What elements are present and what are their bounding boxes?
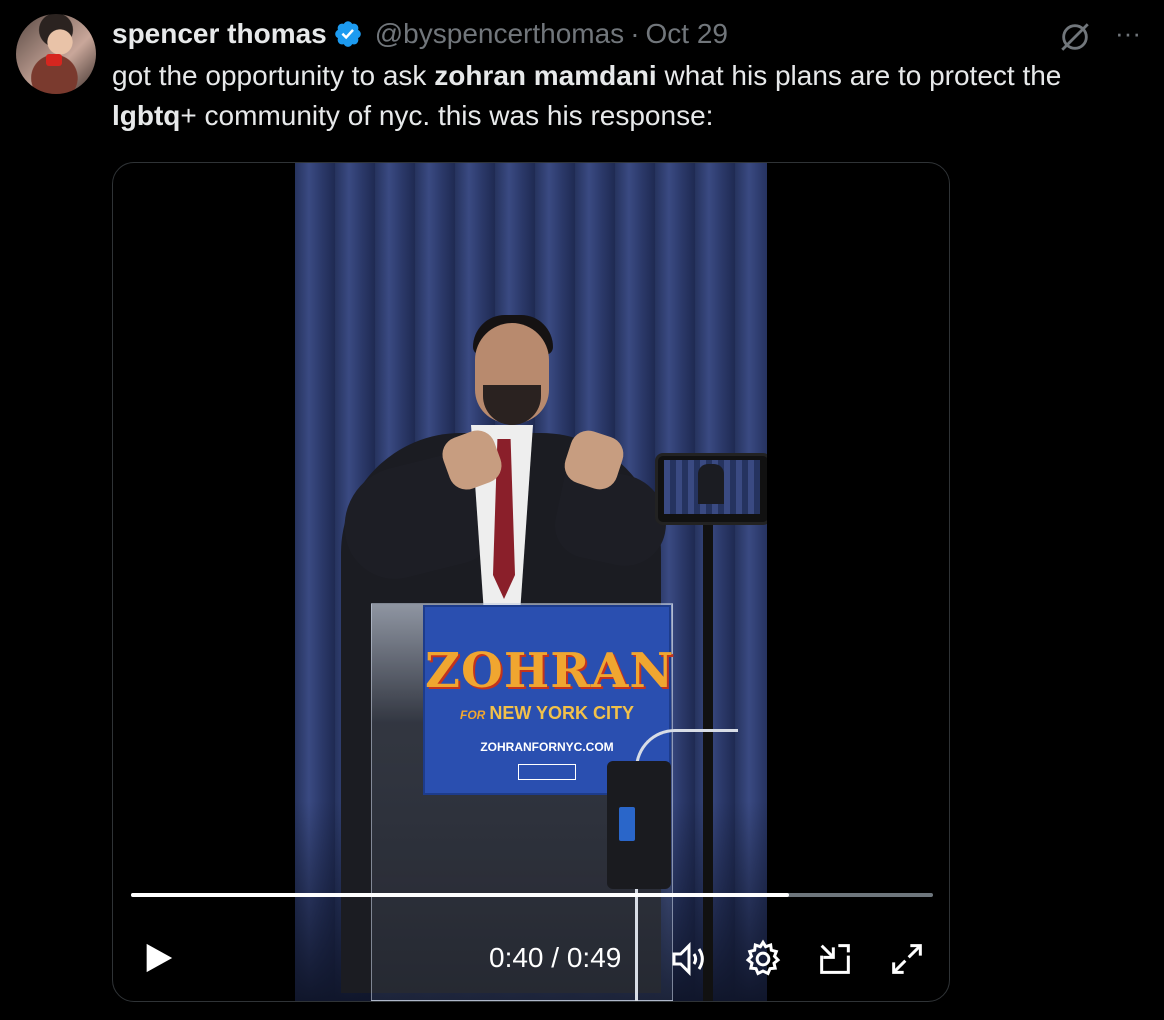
tweet-text-part: what his plans are to protect the bbox=[656, 60, 1062, 91]
verified-badge-icon[interactable] bbox=[333, 19, 363, 49]
sign-city-text: NEW YORK CITY bbox=[489, 703, 635, 723]
video-progress-bar[interactable] bbox=[131, 893, 933, 897]
settings-icon[interactable] bbox=[743, 939, 783, 979]
battery-pack bbox=[607, 761, 671, 889]
more-icon[interactable]: ··· bbox=[1110, 18, 1146, 54]
battery-label bbox=[619, 807, 635, 841]
tweet-date[interactable]: Oct 29 bbox=[646, 18, 728, 50]
volume-icon[interactable] bbox=[669, 939, 709, 979]
tweet-text-part-bold: zohran mamdani bbox=[434, 60, 657, 91]
video-time: 0:40 / 0:49 bbox=[489, 939, 621, 977]
play-icon[interactable] bbox=[141, 939, 175, 977]
sign-subtitle: FOR NEW YORK CITY bbox=[425, 703, 669, 724]
tweet-text: got the opportunity to ask zohran mamdan… bbox=[112, 56, 1142, 136]
sign-for-text: FOR bbox=[459, 708, 486, 722]
video-progress-fill bbox=[131, 893, 789, 897]
fullscreen-icon[interactable] bbox=[887, 939, 927, 979]
author-avatar[interactable] bbox=[16, 14, 96, 94]
tweet-text-part: + community of nyc. this was his respons… bbox=[180, 100, 714, 131]
sign-url: ZOHRANFORNYC.COM bbox=[480, 740, 614, 754]
phone-screen-figure bbox=[698, 464, 724, 504]
tweet-text-part-bold: lgbtq bbox=[112, 100, 181, 131]
elapsed-time: 0:40 bbox=[489, 942, 544, 973]
video-player[interactable]: ZOHRAN FOR NEW YORK CITY ZOHRANFORNYC.COM… bbox=[112, 162, 950, 1002]
time-separator: / bbox=[543, 942, 567, 973]
separator-dot: · bbox=[630, 18, 640, 49]
popout-icon[interactable] bbox=[815, 939, 855, 979]
author-name[interactable]: spencer thomas bbox=[112, 18, 327, 50]
tweet-header: spencer thomas @byspencerthomas · Oct 29 bbox=[112, 16, 728, 52]
grok-icon[interactable] bbox=[1058, 20, 1092, 54]
sign-main-text: ZOHRAN bbox=[425, 643, 675, 699]
phone-on-tripod bbox=[655, 453, 767, 525]
tweet-text-part: got the opportunity to ask bbox=[112, 60, 435, 91]
total-duration: 0:49 bbox=[566, 942, 622, 973]
sign-disclaimer-box bbox=[518, 764, 576, 780]
video-frame[interactable]: ZOHRAN FOR NEW YORK CITY ZOHRANFORNYC.COM bbox=[295, 163, 767, 1001]
avatar-cup bbox=[46, 54, 62, 66]
author-handle[interactable]: @byspencerthomas bbox=[375, 18, 624, 50]
